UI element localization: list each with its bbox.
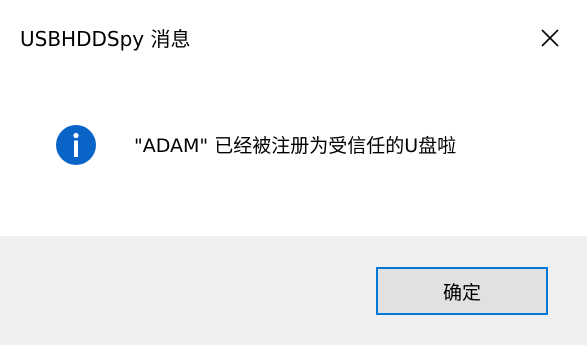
focus-ring [380,271,544,311]
close-button[interactable] [530,20,570,56]
close-icon [541,29,559,47]
message-area: "ADAM" 已经被注册为受信任的U盘啦 [0,78,587,236]
title-bar[interactable]: USBHDDSpy 消息 [0,0,587,78]
button-bar: 确定 [0,236,587,345]
ok-button[interactable]: 确定 [376,267,548,315]
info-icon [56,125,96,165]
message-dialog: USBHDDSpy 消息 "ADAM" 已经被注册为受信任的U盘啦 确定 [0,0,587,345]
window-title: USBHDDSpy 消息 [20,27,191,51]
message-text: "ADAM" 已经被注册为受信任的U盘啦 [134,135,457,157]
